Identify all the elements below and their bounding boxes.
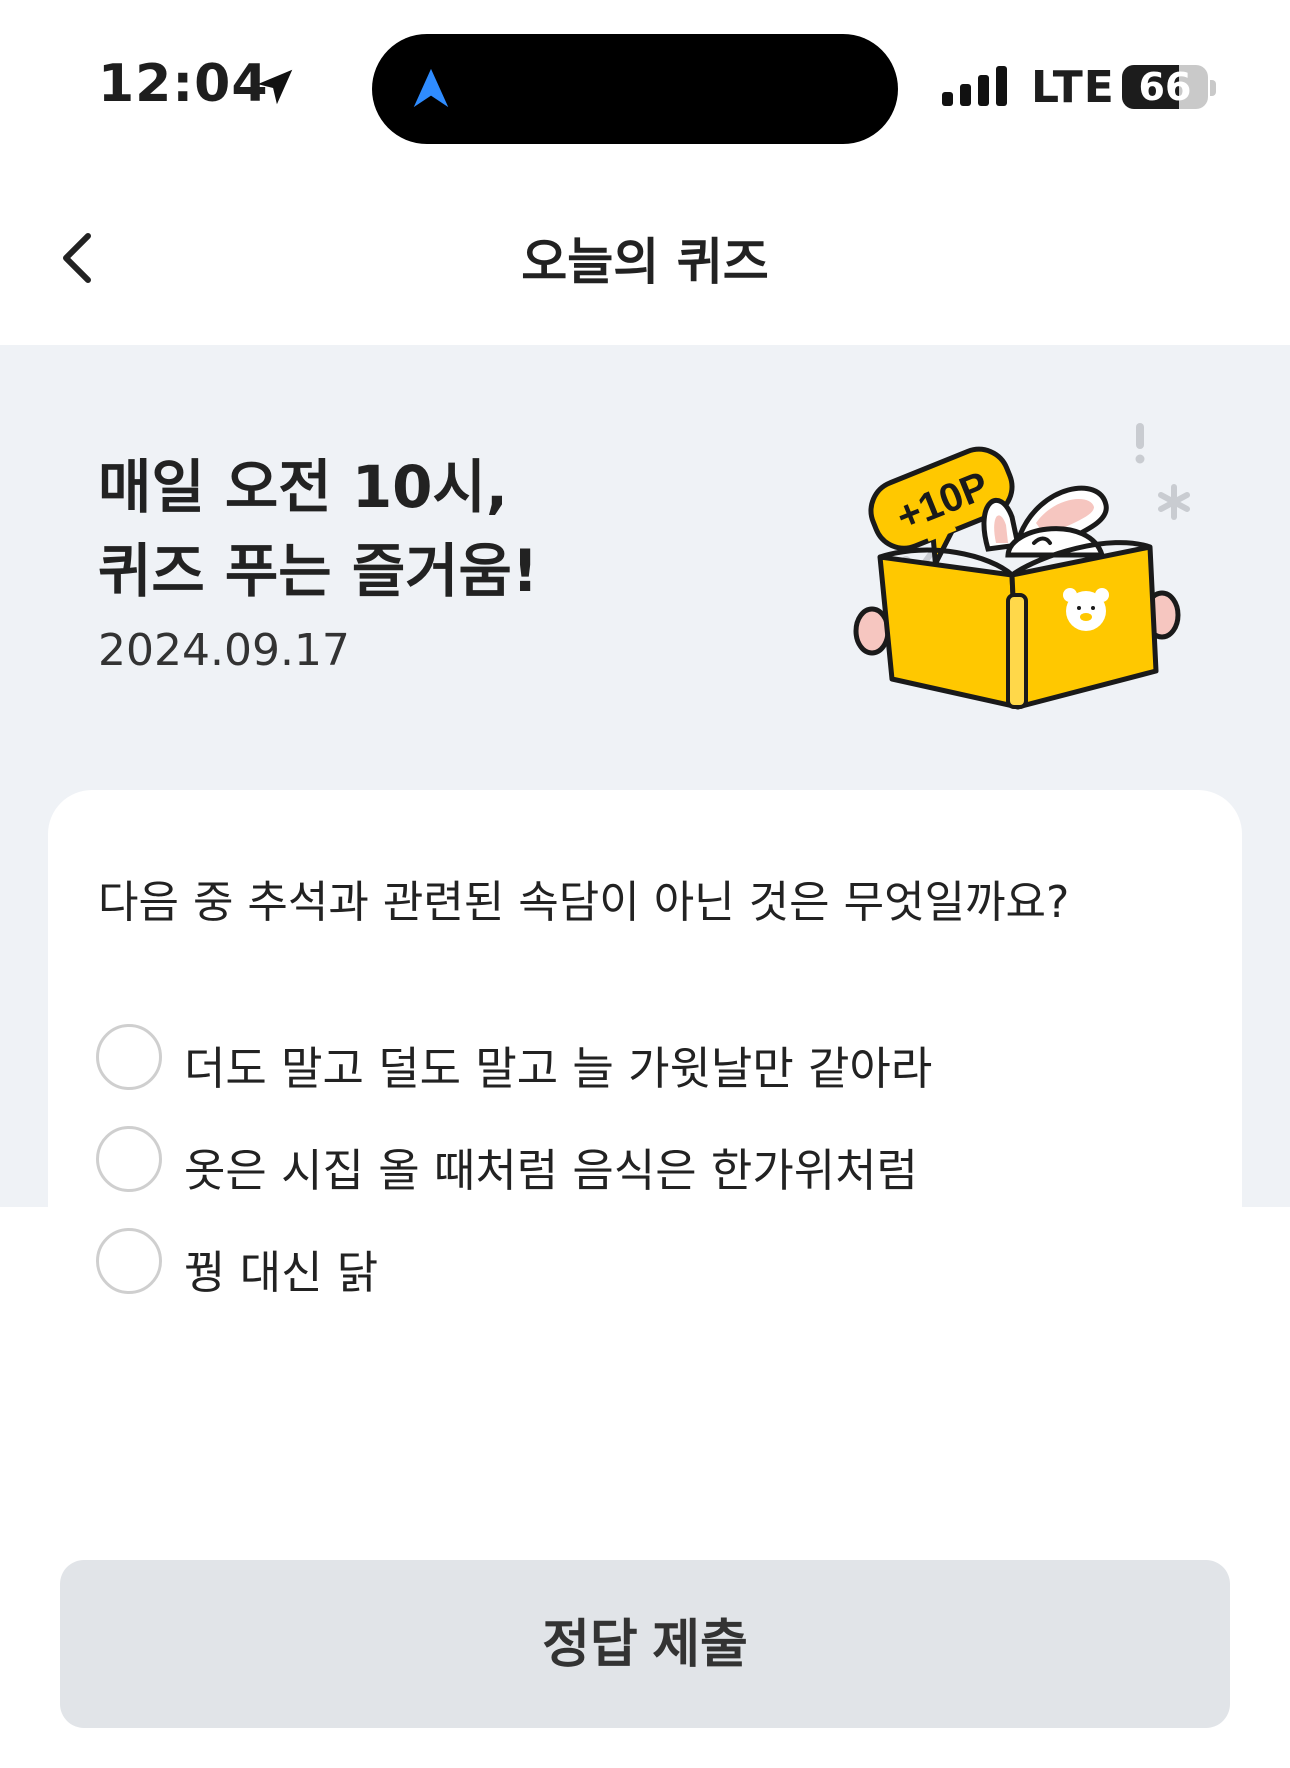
submit-answer-label: 정답 제출	[542, 1616, 748, 1674]
navigation-arrow-icon	[413, 68, 449, 108]
cellular-signal-icon	[942, 66, 1007, 106]
quiz-date: 2024.09.17	[98, 625, 350, 676]
battery-percent: 66	[1138, 65, 1192, 109]
submit-answer-button[interactable]: 정답 제출	[60, 1560, 1230, 1728]
asterisk-decoration	[1158, 484, 1190, 520]
status-bar: 12:04 LTE 66	[0, 0, 1290, 170]
quiz-option-3[interactable]: 꿩 대신 닭	[96, 1228, 1096, 1304]
status-time: 12:04	[98, 54, 269, 114]
option-label-1: 더도 말고 덜도 말고 늘 가윗날만 같아라	[184, 1042, 933, 1095]
rabbit-reading-book-illustration: +10P	[853, 423, 1190, 710]
battery-icon: 66	[1122, 65, 1208, 109]
option-label-3: 꿩 대신 닭	[184, 1246, 379, 1299]
banner-headline-line2: 퀴즈 푸는 즐거움!	[98, 537, 539, 605]
location-arrow-icon	[257, 69, 293, 105]
option-label-2: 옷은 시집 올 때처럼 음식은 한가위처럼	[184, 1144, 918, 1197]
quiz-option-2[interactable]: 옷은 시집 올 때처럼 음식은 한가위처럼	[96, 1126, 1096, 1202]
radio-button-3[interactable]	[96, 1228, 162, 1294]
banner-headline: 매일 오전 10시, 퀴즈 푸는 즐거움!	[98, 445, 538, 613]
banner-headline-line1: 매일 오전 10시,	[98, 453, 508, 521]
exclamation-decoration	[1136, 423, 1144, 449]
quiz-question: 다음 중 추석과 관련된 속담이 아닌 것은 무엇일까요?	[98, 877, 1070, 928]
radio-button-2[interactable]	[96, 1126, 162, 1192]
radio-button-1[interactable]	[96, 1024, 162, 1090]
network-type: LTE	[1031, 62, 1115, 113]
battery-cap	[1210, 80, 1216, 96]
dynamic-island	[372, 34, 898, 144]
nav-bar: 오늘의 퀴즈	[0, 170, 1290, 345]
page-title: 오늘의 퀴즈	[521, 233, 769, 291]
quiz-option-1[interactable]: 더도 말고 덜도 말고 늘 가윗날만 같아라	[96, 1024, 1096, 1100]
